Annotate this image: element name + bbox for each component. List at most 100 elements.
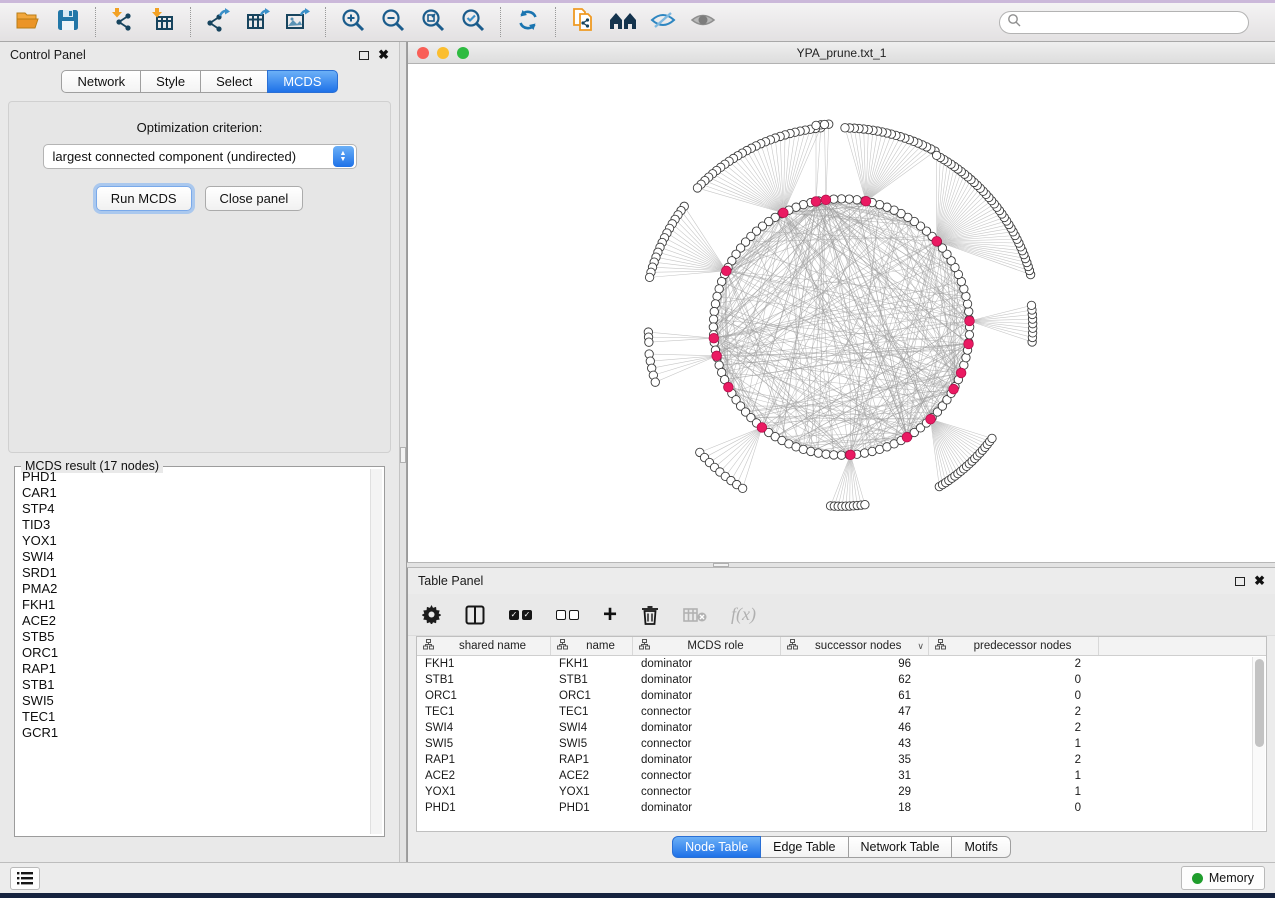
cell-predecessor-nodes[interactable]: 2 (929, 656, 1099, 672)
first-neighbors-button[interactable] (603, 6, 643, 38)
cell-shared-name[interactable]: TEC1 (417, 704, 551, 720)
cell-shared-name[interactable]: STB1 (417, 672, 551, 688)
scrollbar-thumb[interactable] (1255, 659, 1264, 747)
mcds-result-item[interactable]: CAR1 (17, 485, 370, 501)
mcds-result-item[interactable]: ACE2 (17, 613, 370, 629)
cell-shared-name[interactable]: YOX1 (417, 784, 551, 800)
cell-mcds-role[interactable]: dominator (633, 672, 781, 688)
mcds-result-item[interactable]: TEC1 (17, 709, 370, 725)
cell-name[interactable]: SWI5 (551, 736, 633, 752)
float-panel-icon[interactable] (1235, 577, 1245, 586)
cell-name[interactable]: PHD1 (551, 800, 633, 816)
cell-successor-nodes[interactable]: 29 (781, 784, 929, 800)
optimization-criterion-select[interactable]: largest connected component (undirected)… (43, 144, 357, 169)
cell-shared-name[interactable]: SWI5 (417, 736, 551, 752)
cell-name[interactable]: SWI4 (551, 720, 633, 736)
column-header-mcds-role[interactable]: MCDS role (633, 637, 781, 655)
mcds-result-item[interactable]: TID3 (17, 517, 370, 533)
cell-mcds-role[interactable]: dominator (633, 720, 781, 736)
save-session-button[interactable] (48, 6, 88, 38)
table-row[interactable]: TEC1TEC1connector472 (417, 704, 1266, 720)
cell-successor-nodes[interactable]: 96 (781, 656, 929, 672)
cell-mcds-role[interactable]: connector (633, 704, 781, 720)
splitter-handle[interactable] (713, 563, 729, 567)
mcds-result-item[interactable]: PMA2 (17, 581, 370, 597)
duplicate-network-button[interactable] (563, 6, 603, 38)
table-settings-button[interactable] (422, 602, 441, 628)
open-file-button[interactable] (8, 6, 48, 38)
hide-selected-button[interactable] (643, 6, 683, 38)
close-traffic-light[interactable] (417, 47, 429, 59)
table-row[interactable]: ORC1ORC1dominator610 (417, 688, 1266, 704)
cell-mcds-role[interactable]: dominator (633, 688, 781, 704)
search-input[interactable] (1026, 15, 1241, 29)
cell-predecessor-nodes[interactable]: 1 (929, 736, 1099, 752)
memory-button[interactable]: Memory (1181, 866, 1265, 890)
mcds-result-item[interactable]: YOX1 (17, 533, 370, 549)
tab-style[interactable]: Style (140, 70, 201, 93)
cell-successor-nodes[interactable]: 61 (781, 688, 929, 704)
import-table-button[interactable] (143, 6, 183, 38)
table-row[interactable]: PHD1PHD1dominator180 (417, 800, 1266, 816)
column-header-predecessor-nodes[interactable]: predecessor nodes (929, 637, 1099, 655)
mcds-result-item[interactable]: PHD1 (17, 469, 370, 485)
add-column-button[interactable]: + (603, 602, 617, 628)
mcds-result-item[interactable]: STP4 (17, 501, 370, 517)
cell-mcds-role[interactable]: connector (633, 784, 781, 800)
deselect-all-button[interactable] (556, 602, 579, 628)
cell-mcds-role[interactable]: dominator (633, 800, 781, 816)
table-row[interactable]: RAP1RAP1dominator352 (417, 752, 1266, 768)
close-panel-icon[interactable]: ✖ (378, 50, 389, 60)
maximize-traffic-light[interactable] (457, 47, 469, 59)
refresh-button[interactable] (508, 6, 548, 38)
panel-menu-button[interactable] (10, 867, 40, 890)
tab-node-table[interactable]: Node Table (672, 836, 761, 858)
cell-shared-name[interactable]: PHD1 (417, 800, 551, 816)
search-field[interactable] (999, 11, 1249, 34)
cell-successor-nodes[interactable]: 43 (781, 736, 929, 752)
cell-predecessor-nodes[interactable]: 1 (929, 784, 1099, 800)
cell-name[interactable]: FKH1 (551, 656, 633, 672)
export-table-button[interactable] (238, 6, 278, 38)
tab-mcds[interactable]: MCDS (267, 70, 337, 93)
cell-successor-nodes[interactable]: 46 (781, 720, 929, 736)
splitter-handle[interactable] (400, 447, 406, 463)
tab-network-table[interactable]: Network Table (848, 836, 953, 858)
column-header-shared-name[interactable]: shared name (417, 637, 551, 655)
mcds-result-item[interactable]: SRD1 (17, 565, 370, 581)
export-network-button[interactable] (198, 6, 238, 38)
zoom-in-button[interactable] (333, 6, 373, 38)
table-row[interactable]: ACE2ACE2connector311 (417, 768, 1266, 784)
cell-name[interactable]: TEC1 (551, 704, 633, 720)
zoom-out-button[interactable] (373, 6, 413, 38)
cell-successor-nodes[interactable]: 31 (781, 768, 929, 784)
mcds-result-item[interactable]: SWI4 (17, 549, 370, 565)
tab-motifs[interactable]: Motifs (951, 836, 1010, 858)
cell-successor-nodes[interactable]: 47 (781, 704, 929, 720)
mcds-result-item[interactable]: STB5 (17, 629, 370, 645)
cell-predecessor-nodes[interactable]: 0 (929, 688, 1099, 704)
cell-shared-name[interactable]: ACE2 (417, 768, 551, 784)
vertical-splitter[interactable] (399, 42, 407, 862)
cell-successor-nodes[interactable]: 62 (781, 672, 929, 688)
cell-predecessor-nodes[interactable]: 0 (929, 800, 1099, 816)
mcds-result-item[interactable]: FKH1 (17, 597, 370, 613)
import-network-button[interactable] (103, 6, 143, 38)
cell-shared-name[interactable]: FKH1 (417, 656, 551, 672)
table-row[interactable]: FKH1FKH1dominator962 (417, 656, 1266, 672)
mcds-result-item[interactable]: RAP1 (17, 661, 370, 677)
cell-predecessor-nodes[interactable]: 0 (929, 672, 1099, 688)
mcds-result-item[interactable]: GCR1 (17, 725, 370, 741)
export-image-button[interactable] (278, 6, 318, 38)
cell-shared-name[interactable]: SWI4 (417, 720, 551, 736)
show-columns-button[interactable] (465, 602, 485, 628)
tab-network[interactable]: Network (61, 70, 141, 93)
mcds-list-scrollbar[interactable] (370, 469, 382, 834)
table-scrollbar[interactable] (1252, 657, 1265, 830)
cell-name[interactable]: YOX1 (551, 784, 633, 800)
tab-edge-table[interactable]: Edge Table (760, 836, 848, 858)
cell-successor-nodes[interactable]: 35 (781, 752, 929, 768)
mcds-result-item[interactable]: ORC1 (17, 645, 370, 661)
delete-column-button[interactable] (641, 602, 659, 628)
column-header-successor-nodes[interactable]: successor nodes∨ (781, 637, 929, 655)
